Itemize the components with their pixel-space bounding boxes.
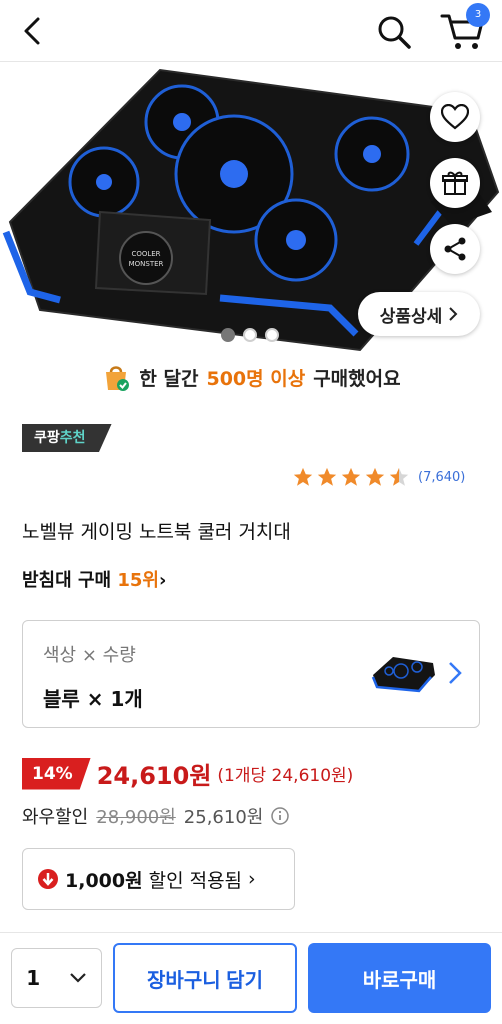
wishlist-button[interactable]	[430, 92, 480, 142]
purchase-suffix: 구매했어요	[313, 367, 401, 390]
sale-price: 24,610원	[96, 762, 212, 790]
star-full-icon	[365, 467, 385, 486]
category-rank[interactable]: 받침대 구매 15위›	[22, 566, 166, 592]
search-icon[interactable]	[374, 12, 414, 52]
gift-button[interactable]	[430, 158, 480, 208]
purchase-prefix: 한 달간	[139, 367, 199, 390]
chevron-down-icon	[69, 973, 86, 983]
quantity-select[interactable]: 1	[11, 948, 102, 1008]
star-full-icon	[317, 467, 337, 486]
review-count[interactable]: (7,640)	[418, 470, 465, 485]
shopping-bag-icon	[106, 366, 130, 391]
coupang-recommend-badge: 쿠팡추천	[22, 424, 112, 452]
brand-logo-text-2: MONSTER	[129, 260, 164, 268]
product-detail-button[interactable]: 상품상세	[358, 292, 480, 336]
unit-price: (1개당 24,610원)	[217, 766, 354, 786]
original-price: 28,900원	[96, 807, 176, 828]
coupon-text: 할인 적용됨	[148, 869, 243, 892]
wow-discount-row: 와우할인 28,900원 25,610원	[22, 803, 290, 829]
purchase-highlight: 500명 이상	[206, 367, 306, 390]
alt-price: 25,610원	[183, 807, 264, 828]
chevron-right-icon	[449, 307, 458, 321]
option-label: 색상 × 수량	[43, 645, 136, 666]
option-thumbnail	[371, 657, 435, 693]
coupon-amount: 1,000원	[65, 869, 143, 892]
product-detail-label: 상품상세	[379, 306, 443, 327]
quantity-value: 1	[26, 966, 41, 990]
top-bar: 3	[0, 0, 502, 62]
carousel-dot[interactable]	[243, 328, 257, 342]
coupon-applied-box[interactable]: 1,000원 할인 적용됨 ›	[22, 848, 295, 910]
share-button[interactable]	[430, 224, 480, 274]
wow-label: 와우할인	[22, 807, 89, 828]
badge-part1: 쿠팡	[34, 430, 60, 446]
share-icon	[444, 237, 466, 261]
option-value: 블루 × 1개	[43, 687, 143, 711]
product-image-carousel[interactable]: COOLER MONSTER 상품상세	[0, 62, 502, 362]
star-half-icon	[389, 467, 409, 486]
carousel-dot[interactable]	[221, 328, 235, 342]
star-full-icon	[293, 467, 313, 486]
gift-icon	[442, 171, 468, 195]
add-to-cart-button[interactable]: 장바구니 담기	[113, 943, 297, 1013]
carousel-dots	[221, 328, 279, 342]
heart-icon	[441, 104, 469, 130]
chevron-right-icon	[449, 662, 462, 684]
brand-logo-text-1: COOLER	[131, 250, 160, 258]
chevron-right-icon: ›	[158, 570, 167, 591]
option-selector[interactable]: 색상 × 수량 블루 × 1개	[22, 620, 480, 728]
rank-prefix: 받침대 구매	[22, 570, 112, 591]
product-title: 노벨뷰 게이밍 노트북 쿨러 거치대	[22, 521, 291, 543]
purchase-count-banner: 한 달간 500명 이상 구매했어요	[0, 362, 502, 392]
discount-rate: 14%	[22, 757, 91, 790]
back-arrow-icon[interactable]	[14, 13, 50, 49]
rating[interactable]: (7,640)	[292, 466, 465, 488]
carousel-dot[interactable]	[265, 328, 279, 342]
chevron-right-icon: ›	[248, 868, 256, 890]
cart-count-badge: 3	[466, 3, 490, 27]
buy-now-button[interactable]: 바로구매	[308, 943, 491, 1013]
bottom-action-bar: 1 장바구니 담기 바로구매	[0, 932, 502, 1024]
info-icon[interactable]	[271, 807, 290, 825]
rank-value: 15위	[117, 570, 159, 591]
discount-arrow-icon	[38, 869, 58, 889]
star-full-icon	[341, 467, 361, 486]
price-row: 14% 24,610원 (1개당 24,610원)	[22, 756, 353, 791]
badge-part2: 추천	[59, 430, 86, 446]
